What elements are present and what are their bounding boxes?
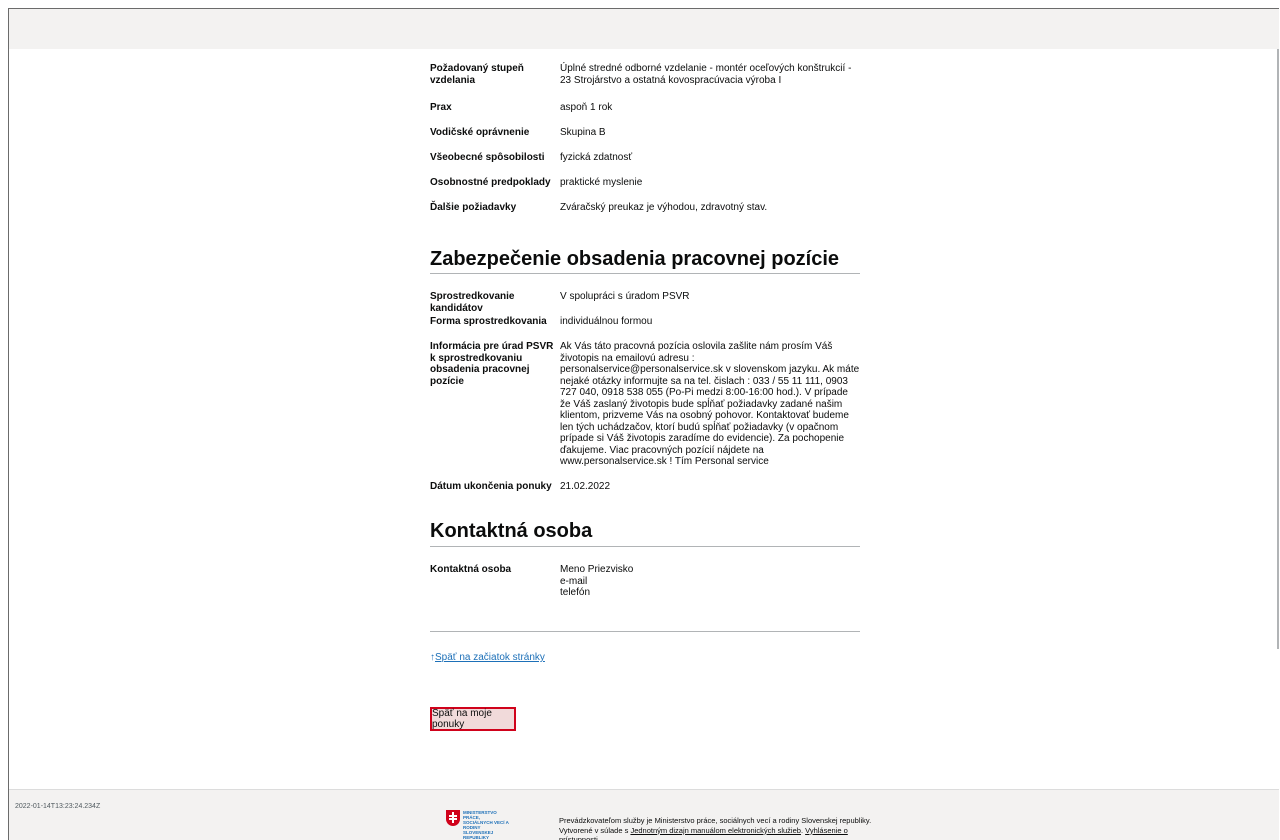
row-label: Osobnostné predpoklady bbox=[430, 177, 560, 202]
row-label: Vodičské oprávnenie bbox=[430, 127, 560, 152]
row-label: Kontaktná osoba bbox=[430, 564, 560, 599]
top-bar bbox=[9, 9, 1279, 49]
row-label: Informácia pre úrad PSVR k sprostredkova… bbox=[430, 341, 560, 481]
row-label: Sprostredkovanie kandidátov bbox=[430, 291, 560, 316]
section-heading-staffing: Zabezpečenie obsadenia pracovnej pozície bbox=[430, 247, 860, 271]
row-value: aspoň 1 rok bbox=[560, 102, 860, 127]
coat-of-arms-icon bbox=[446, 810, 460, 826]
contact-phone: telefón bbox=[560, 587, 860, 599]
row-value: Skupina B bbox=[560, 127, 860, 152]
row-value: individuálnou formou bbox=[560, 316, 860, 341]
table-row: Dátum ukončenia ponuky 21.02.2022 bbox=[430, 481, 860, 506]
table-row: Prax aspoň 1 rok bbox=[430, 102, 860, 127]
ministry-logo-text: MINISTERSTVO PRÁCE, SOCIÁLNYCH VECÍ A RO… bbox=[463, 810, 509, 840]
requirements-table: Požadovaný stupeň vzdelania Úplné stredn… bbox=[430, 63, 860, 227]
table-row: Všeobecné spôsobilosti fyzická zdatnosť bbox=[430, 152, 860, 177]
back-to-my-offers-button[interactable]: Späť na moje ponuky bbox=[430, 707, 516, 731]
divider bbox=[430, 631, 860, 632]
section-heading-contact: Kontaktná osoba bbox=[430, 519, 860, 543]
design-manual-link[interactable]: Jednotným dizajn manuálom elektronických… bbox=[630, 826, 801, 835]
row-value: praktické myslenie bbox=[560, 177, 860, 202]
footer: 2022-01-14T13:23:24.234Z MINISTERSTVO PR… bbox=[9, 789, 1279, 840]
row-label: Prax bbox=[430, 102, 560, 127]
table-row: Vodičské oprávnenie Skupina B bbox=[430, 127, 860, 152]
row-label: Požadovaný stupeň vzdelania bbox=[430, 63, 560, 102]
row-label: Dátum ukončenia ponuky bbox=[430, 481, 560, 506]
table-row: Sprostredkovanie kandidátov V spolupráci… bbox=[430, 291, 860, 316]
row-label: Forma sprostredkovania bbox=[430, 316, 560, 341]
row-value: fyzická zdatnosť bbox=[560, 152, 860, 177]
table-row: Informácia pre úrad PSVR k sprostredkova… bbox=[430, 341, 860, 481]
row-value: Ak Vás táto pracovná pozícia oslovila za… bbox=[560, 341, 860, 481]
row-value: V spolupráci s úradom PSVR bbox=[560, 291, 860, 316]
table-row: Kontaktná osoba Meno Priezvisko e-mail t… bbox=[430, 564, 860, 599]
table-row: Forma sprostredkovania individuálnou for… bbox=[430, 316, 860, 341]
ministry-logo[interactable]: MINISTERSTVO PRÁCE, SOCIÁLNYCH VECÍ A RO… bbox=[446, 810, 509, 840]
contact-name: Meno Priezvisko bbox=[560, 564, 860, 576]
back-to-top-label: Späť na začiatok stránky bbox=[435, 652, 545, 663]
row-value: 21.02.2022 bbox=[560, 481, 860, 506]
build-timestamp: 2022-01-14T13:23:24.234Z bbox=[15, 803, 100, 810]
row-label: Všeobecné spôsobilosti bbox=[430, 152, 560, 177]
table-row: Ďalšie požiadavky Zváračský preukaz je v… bbox=[430, 202, 860, 227]
table-row: Požadovaný stupeň vzdelania Úplné stredn… bbox=[430, 63, 860, 102]
footer-text-suffix: . bbox=[598, 835, 600, 840]
divider bbox=[430, 273, 860, 274]
contact-details: Meno Priezvisko e-mail telefón bbox=[560, 564, 860, 599]
row-value: Úplné stredné odborné vzdelanie - montér… bbox=[560, 63, 860, 102]
table-row: Osobnostné predpoklady praktické mysleni… bbox=[430, 177, 860, 202]
divider bbox=[430, 546, 860, 547]
back-to-top-link[interactable]: ↑Späť na začiatok stránky bbox=[430, 652, 545, 663]
staffing-table: Sprostredkovanie kandidátov V spolupráci… bbox=[430, 291, 860, 506]
footer-text: Prevádzkovateľom služby je Ministerstvo … bbox=[559, 816, 889, 840]
row-value: Zváračský preukaz je výhodou, zdravotný … bbox=[560, 202, 860, 227]
contact-email: e-mail bbox=[560, 576, 860, 588]
scrollbar[interactable] bbox=[1277, 49, 1279, 649]
row-label: Ďalšie požiadavky bbox=[430, 202, 560, 227]
browser-viewport: Požadovaný stupeň vzdelania Úplné stredn… bbox=[8, 8, 1279, 840]
contact-table: Kontaktná osoba Meno Priezvisko e-mail t… bbox=[430, 564, 860, 599]
